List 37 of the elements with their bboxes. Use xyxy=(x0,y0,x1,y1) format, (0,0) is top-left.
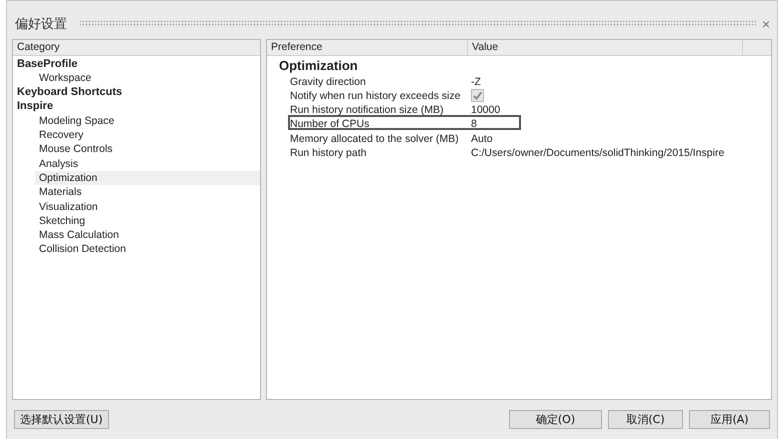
section-heading: Optimization xyxy=(278,58,359,73)
column-header[interactable]: Value xyxy=(468,40,743,56)
preference-value: 8 xyxy=(471,117,477,128)
dialog-button[interactable]: 取消(C) xyxy=(608,410,683,429)
tree-item[interactable]: Materials xyxy=(35,185,260,200)
close-button[interactable]: × xyxy=(760,16,772,32)
column-header[interactable]: Preference xyxy=(267,40,468,56)
preference-name: Run history path xyxy=(290,146,368,156)
tree-item[interactable]: BaseProfile xyxy=(13,56,260,71)
dialog-button[interactable]: 确定(O) xyxy=(509,410,602,429)
header-filler xyxy=(743,40,771,56)
tree-item[interactable]: Mass Calculation xyxy=(35,228,260,242)
preference-value: C:/Users/owner/Documents/solidThinking/2015/Inspire xyxy=(471,146,724,156)
dialog-button[interactable]: 应用(A) xyxy=(689,410,770,429)
tree-item[interactable]: Mouse Controls xyxy=(35,142,260,157)
tree-item[interactable]: Analysis xyxy=(35,156,260,171)
tree-item[interactable]: Modeling Space xyxy=(35,114,260,128)
preference-name: Gravity direction xyxy=(290,74,367,85)
preference-value: 10000 xyxy=(471,103,500,114)
preference-value: -Z xyxy=(471,74,481,85)
preference-name: Number of CPUs xyxy=(290,117,370,128)
tree-item[interactable]: Sketching xyxy=(35,214,260,228)
preference-name: Notify when run history exceeds size xyxy=(290,88,462,100)
preference-name: Memory allocated to the solver (MB) xyxy=(290,132,460,142)
tree-item[interactable]: Keyboard Shortcuts xyxy=(13,85,260,100)
tree-item[interactable]: Recovery xyxy=(35,128,260,142)
preference-name: Run history notification size (MB) xyxy=(290,103,444,114)
preference-value: Auto xyxy=(471,132,493,142)
tree-item[interactable]: Inspire xyxy=(13,99,260,114)
tree-item[interactable]: Workspace xyxy=(35,70,260,86)
selected-row[interactable]: Number of CPUs 8 xyxy=(288,115,521,130)
window-title: 偏好设置 xyxy=(15,14,67,33)
tree-item[interactable]: Collision Detection xyxy=(35,242,260,257)
column-header[interactable]: Category xyxy=(13,40,260,56)
tree-item[interactable]: Optimization xyxy=(35,170,260,186)
default-settings-button[interactable]: 选择默认设置(U) xyxy=(14,410,109,429)
tree-item[interactable]: Visualization xyxy=(35,200,260,214)
